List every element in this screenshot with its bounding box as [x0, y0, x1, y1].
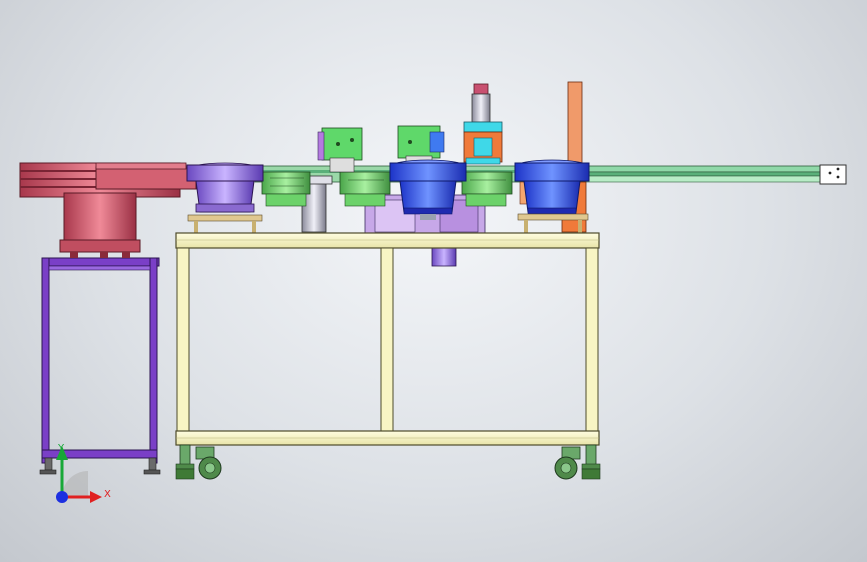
caster-wheel-left[interactable] — [175, 444, 222, 480]
green-chute-middle[interactable] — [339, 171, 391, 207]
assembly-model[interactable]: Y X — [0, 0, 867, 562]
triad-z-axis-icon — [56, 491, 68, 503]
cad-viewport[interactable]: Y X — [0, 0, 867, 562]
triad-y-label: Y — [57, 443, 65, 454]
left-stand-frame[interactable] — [39, 257, 161, 475]
triad-x-arrow-icon — [90, 491, 102, 503]
green-chute-left[interactable] — [261, 171, 311, 207]
linear-feeder-rail[interactable] — [579, 164, 847, 185]
red-feeder-bowl[interactable] — [19, 162, 197, 258]
triad-x-label: X — [104, 489, 111, 500]
green-chute-right[interactable] — [461, 171, 513, 207]
cylinder-module-left[interactable] — [317, 127, 363, 173]
main-table-frame[interactable] — [175, 232, 600, 446]
press-tower[interactable] — [463, 83, 503, 165]
purple-bowl-feeder[interactable] — [186, 162, 264, 233]
caster-wheel-right[interactable] — [554, 444, 601, 480]
